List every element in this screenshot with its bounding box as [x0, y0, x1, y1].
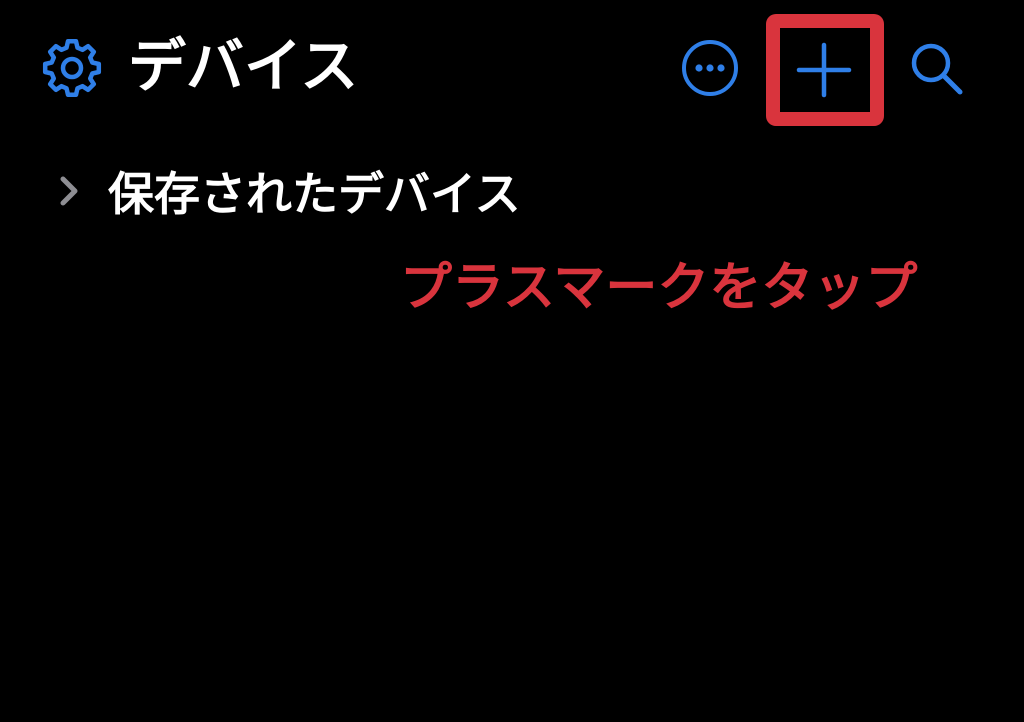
ellipsis-circle-icon — [682, 40, 738, 96]
search-button[interactable] — [904, 36, 968, 100]
saved-devices-row[interactable]: 保存されたデバイス — [40, 156, 640, 226]
settings-button[interactable] — [40, 36, 104, 100]
header-bar: デバイス — [0, 0, 1024, 130]
add-device-button[interactable] — [790, 36, 858, 104]
more-options-button[interactable] — [678, 36, 742, 100]
gear-icon — [42, 38, 102, 98]
saved-devices-label: 保存されたデバイス — [108, 167, 521, 221]
page-title: デバイス — [128, 32, 359, 100]
search-icon — [911, 43, 963, 95]
instruction-callout: プラスマークをタップ — [400, 258, 918, 318]
plus-icon — [796, 42, 852, 98]
chevron-right-icon — [40, 156, 96, 226]
